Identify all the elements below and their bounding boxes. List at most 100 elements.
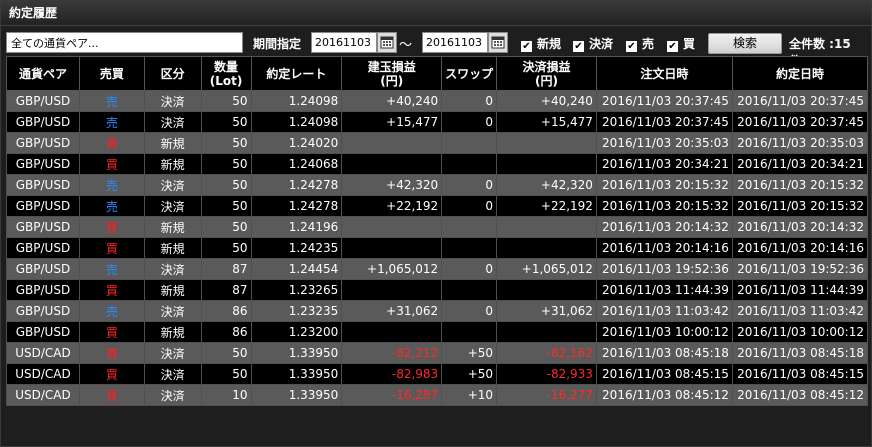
cell-pair: GBP/USD bbox=[6, 174, 80, 196]
cell-rate: 1.23265 bbox=[250, 279, 343, 301]
col-header[interactable]: 区分 bbox=[143, 56, 202, 91]
cell-exec-time: 2016/11/03 20:37:45 bbox=[731, 90, 869, 112]
table-row[interactable]: GBP/USD 買新規 50 1.24068 2016/11/03 20:34:21 20… bbox=[6, 153, 869, 175]
cell-rate: 1.33950 bbox=[250, 363, 343, 385]
table-row[interactable]: USD/CAD 買決済 50 1.33950 -82,212 +50 -82,162 2016… bbox=[6, 342, 869, 364]
cell-lot: 50 bbox=[200, 90, 252, 112]
cell-settle-pl bbox=[496, 321, 597, 343]
cell-swap: 0 bbox=[441, 258, 498, 280]
cell-position-pl bbox=[341, 237, 443, 259]
table-row[interactable]: GBP/USD 売決済 50 1.24278 +42,320 0 +42,320 2016/1… bbox=[6, 174, 869, 196]
col-header[interactable]: 建玉損益 (円) bbox=[341, 56, 443, 91]
cell-type: 決済 bbox=[143, 300, 202, 322]
cell-type: 新規 bbox=[143, 216, 202, 238]
currency-pair-select[interactable]: 全ての通貨ペア... bbox=[6, 32, 243, 53]
cell-side: 買 bbox=[78, 321, 145, 343]
col-header[interactable]: 約定レート bbox=[250, 56, 343, 91]
cell-position-pl: -82,983 bbox=[341, 363, 443, 385]
cell-lot: 50 bbox=[200, 153, 252, 175]
cell-lot: 86 bbox=[200, 300, 252, 322]
cell-lot: 50 bbox=[200, 174, 252, 196]
table-row[interactable]: GBP/USD 売決済 86 1.23235 +31,062 0 +31,062 2016/1… bbox=[6, 300, 869, 322]
calendar-icon[interactable] bbox=[377, 32, 397, 53]
table-header-row: 通貨ペア 売買 区分 数量 (Lot) 約定レート 建玉損益 (円) スワップ 決済… bbox=[6, 56, 869, 91]
table-row[interactable]: GBP/USD 買新規 50 1.24235 2016/11/03 20:14:16 20… bbox=[6, 237, 869, 259]
cell-order-time: 2016/11/03 08:45:12 bbox=[595, 384, 733, 406]
cell-lot: 50 bbox=[200, 195, 252, 217]
cell-settle-pl: +42,320 bbox=[496, 174, 597, 196]
cell-swap bbox=[441, 321, 498, 343]
cell-side: 買 bbox=[78, 384, 145, 406]
cell-rate: 1.24020 bbox=[250, 132, 343, 154]
cell-pair: GBP/USD bbox=[6, 153, 80, 175]
table-row[interactable]: GBP/USD 売決済 50 1.24278 +22,192 0 +22,192 2016/1… bbox=[6, 195, 869, 217]
cell-swap: 0 bbox=[441, 300, 498, 322]
cell-order-time: 2016/11/03 20:15:32 bbox=[595, 174, 733, 196]
calendar-icon[interactable] bbox=[488, 32, 508, 53]
table-row[interactable]: GBP/USD 買新規 50 1.24020 2016/11/03 20:35:03 20… bbox=[6, 132, 869, 154]
table-row[interactable]: USD/CAD 買決済 50 1.33950 -82,983 +50 -82,933 2016… bbox=[6, 363, 869, 385]
checkbox-sell[interactable]: ✔ 売 bbox=[626, 35, 654, 52]
cell-lot: 86 bbox=[200, 321, 252, 343]
cell-swap bbox=[441, 153, 498, 175]
cell-order-time: 2016/11/03 20:14:16 bbox=[595, 237, 733, 259]
cell-order-time: 2016/11/03 11:03:42 bbox=[595, 300, 733, 322]
cell-rate: 1.24196 bbox=[250, 216, 343, 238]
checkbox-settle[interactable]: ✔ 決済 bbox=[573, 35, 613, 52]
check-icon: ✔ bbox=[573, 41, 584, 52]
cell-pair: GBP/USD bbox=[6, 258, 80, 280]
table-row[interactable]: GBP/USD 売決済 50 1.24098 +15,477 0 +15,477 2016/1… bbox=[6, 111, 869, 133]
cell-order-time: 2016/11/03 20:15:32 bbox=[595, 195, 733, 217]
table-row[interactable]: USD/CAD 買決済 10 1.33950 -16,287 +10 -16,277 2016… bbox=[6, 384, 869, 406]
table-row[interactable]: GBP/USD 売決済 87 1.24454 +1,065,012 0 +1,065,012… bbox=[6, 258, 869, 280]
date-from-input[interactable]: 20161103 bbox=[311, 32, 377, 53]
cell-settle-pl: +22,192 bbox=[496, 195, 597, 217]
col-header[interactable]: スワップ bbox=[441, 56, 498, 91]
cell-lot: 50 bbox=[200, 216, 252, 238]
cell-rate: 1.24235 bbox=[250, 237, 343, 259]
col-header[interactable]: 売買 bbox=[78, 56, 145, 91]
cell-position-pl bbox=[341, 132, 443, 154]
cell-exec-time: 2016/11/03 20:34:21 bbox=[731, 153, 869, 175]
cell-position-pl: -82,212 bbox=[341, 342, 443, 364]
cell-exec-time: 2016/11/03 19:52:36 bbox=[731, 258, 869, 280]
table-row[interactable]: GBP/USD 買新規 86 1.23200 2016/11/03 10:00:12 20… bbox=[6, 321, 869, 343]
cell-rate: 1.33950 bbox=[250, 342, 343, 364]
cell-side: 買 bbox=[78, 279, 145, 301]
cell-type: 決済 bbox=[143, 342, 202, 364]
search-button[interactable]: 検索 bbox=[708, 33, 782, 54]
cell-type: 新規 bbox=[143, 321, 202, 343]
cell-rate: 1.24278 bbox=[250, 195, 343, 217]
cell-rate: 1.23200 bbox=[250, 321, 343, 343]
col-header[interactable]: 通貨ペア bbox=[6, 56, 80, 91]
cell-rate: 1.24098 bbox=[250, 111, 343, 133]
cell-exec-time: 2016/11/03 20:37:45 bbox=[731, 111, 869, 133]
cell-side: 買 bbox=[78, 237, 145, 259]
cell-lot: 87 bbox=[200, 279, 252, 301]
date-to-input[interactable]: 20161103 bbox=[422, 32, 488, 53]
checkbox-buy-label: 買 bbox=[683, 37, 696, 51]
cell-pair: USD/CAD bbox=[6, 384, 80, 406]
cell-pair: GBP/USD bbox=[6, 279, 80, 301]
col-header[interactable]: 決済損益 (円) bbox=[496, 56, 597, 91]
table-row[interactable]: GBP/USD 買新規 87 1.23265 2016/11/03 11:44:39 20… bbox=[6, 279, 869, 301]
checkbox-buy[interactable]: ✔ 買 bbox=[667, 35, 695, 52]
trade-history-table: 通貨ペア 売買 区分 数量 (Lot) 約定レート 建玉損益 (円) スワップ 決済… bbox=[6, 56, 869, 406]
cell-settle-pl bbox=[496, 237, 597, 259]
cell-side: 売 bbox=[78, 300, 145, 322]
cell-type: 新規 bbox=[143, 237, 202, 259]
col-header[interactable]: 数量 (Lot) bbox=[200, 56, 252, 91]
cell-lot: 50 bbox=[200, 237, 252, 259]
cell-swap: +50 bbox=[441, 363, 498, 385]
checkbox-new[interactable]: ✔ 新規 bbox=[521, 35, 561, 52]
cell-pair: GBP/USD bbox=[6, 132, 80, 154]
cell-exec-time: 2016/11/03 10:00:12 bbox=[731, 321, 869, 343]
col-header[interactable]: 注文日時 bbox=[595, 56, 733, 91]
table-row[interactable]: GBP/USD 買新規 50 1.24196 2016/11/03 20:14:32 20… bbox=[6, 216, 869, 238]
cell-type: 新規 bbox=[143, 132, 202, 154]
col-header[interactable]: 約定日時 bbox=[731, 56, 869, 91]
cell-swap: +10 bbox=[441, 384, 498, 406]
cell-pair: GBP/USD bbox=[6, 216, 80, 238]
table-row[interactable]: GBP/USD 売決済 50 1.24098 +40,240 0 +40,240 2016/1… bbox=[6, 90, 869, 112]
cell-position-pl bbox=[341, 153, 443, 175]
